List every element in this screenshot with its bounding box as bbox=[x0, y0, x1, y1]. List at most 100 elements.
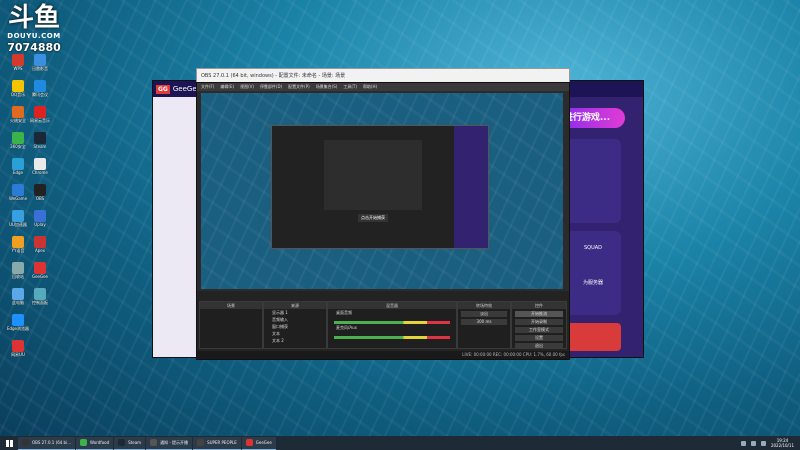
squad-label: SQUAD bbox=[583, 245, 603, 251]
obs-menu-item[interactable]: 编辑(E) bbox=[220, 83, 234, 91]
taskbar-app-label: Wordfood bbox=[90, 440, 110, 445]
mixer-channels[interactable]: 桌面音频麦克风/Aux bbox=[328, 309, 456, 339]
sources-list[interactable]: 显示器 1 音频输入 窗口捕获 文本 文本 2 bbox=[264, 309, 326, 344]
desktop-icon[interactable]: Uplay bbox=[26, 210, 54, 232]
obs-menubar: 文件(F) 编辑(E) 视图(V) 停靠部件(D) 配置文件(P) 场景集合(S) 工具(T… bbox=[197, 83, 569, 91]
taskbar-app[interactable]: Wordfood bbox=[76, 436, 114, 450]
nested-obs-capture: 点击开始捕获 bbox=[271, 125, 489, 249]
app-icon bbox=[12, 314, 24, 326]
obs-docks: 场景 来源 显示器 1 音频输入 窗口捕获 文本 文本 2 混音器 桌面音频 麦克风/Au… bbox=[197, 291, 569, 359]
source-item[interactable]: 窗口捕获 bbox=[264, 323, 326, 330]
windows-icon bbox=[5, 439, 13, 447]
desktop-icon[interactable]: 迅雷影音 bbox=[26, 54, 54, 76]
app-icon bbox=[12, 54, 24, 66]
obs-window[interactable]: 文件(F) 编辑(E) 视图(V) 停靠部件(D) 配置文件(P) 场景集合(S) 工具(T… bbox=[196, 82, 570, 360]
source-item[interactable]: 音频输入 bbox=[264, 316, 326, 323]
taskbar-app[interactable]: GeeGee bbox=[241, 436, 276, 450]
app-icon bbox=[12, 210, 24, 222]
taskbar-app[interactable]: OBS 27.0.1 (64 bi... bbox=[18, 436, 76, 450]
controls-panel[interactable]: 控件 开始推流开始录制工作室模式设置退出 bbox=[511, 301, 567, 349]
desktop-icon[interactable]: Apex bbox=[26, 236, 54, 258]
mixer-channel-label: 桌面音频 bbox=[336, 310, 352, 315]
obs-preview[interactable]: 点击开始捕获 bbox=[201, 93, 563, 289]
desktop-icon-label: 控制面板 bbox=[32, 300, 48, 305]
desktop-icon[interactable]: 腾讯会议 bbox=[26, 80, 54, 102]
app-icon bbox=[12, 340, 24, 352]
app-icon bbox=[245, 439, 253, 446]
app-icon bbox=[34, 158, 46, 170]
app-icon bbox=[34, 132, 46, 144]
transition-duration[interactable]: 300 ms bbox=[461, 319, 507, 325]
desktop-icon[interactable]: 网易UU bbox=[4, 340, 32, 362]
desktop-icon[interactable]: 控制面板 bbox=[26, 288, 54, 310]
app-icon bbox=[34, 54, 46, 66]
geegee-squad-card[interactable]: SQUAD 为服务器 bbox=[565, 231, 621, 315]
desktop-icon-label: Edge浏览器 bbox=[6, 326, 30, 331]
taskbar-app[interactable]: Steam bbox=[114, 436, 146, 450]
nested-label: 点击开始捕获 bbox=[358, 214, 388, 222]
desktop-icon-label: 迅雷影音 bbox=[32, 66, 48, 71]
desktop-icon[interactable]: GeeGee bbox=[26, 262, 54, 284]
scenes-panel[interactable]: 场景 bbox=[199, 301, 263, 349]
clock[interactable]: 19:24 2022/10/11 bbox=[771, 438, 794, 448]
control-button[interactable]: 开始录制 bbox=[515, 319, 563, 325]
transitions-panel[interactable]: 转场特效 淡出 300 ms bbox=[457, 301, 511, 349]
obs-menu-item[interactable]: 停靠部件(D) bbox=[260, 83, 282, 91]
taskbar-app-label: 通知 - 提示开播 bbox=[160, 439, 189, 445]
source-item[interactable]: 文本 2 bbox=[264, 337, 326, 344]
desktop-icon[interactable]: Steam bbox=[26, 132, 54, 154]
desktop-icon-label: OBS bbox=[35, 196, 45, 201]
volume-icon[interactable] bbox=[750, 440, 756, 446]
sources-panel[interactable]: 来源 显示器 1 音频输入 窗口捕获 文本 文本 2 bbox=[263, 301, 327, 349]
geegee-logo: GG bbox=[156, 84, 170, 94]
input-method-icon[interactable] bbox=[760, 440, 766, 446]
obs-menu-item[interactable]: 帮助(H) bbox=[363, 83, 377, 91]
desktop-icon[interactable]: 网易云音乐 bbox=[26, 106, 54, 128]
source-item[interactable]: 显示器 1 bbox=[264, 309, 326, 316]
taskbar-apps: OBS 27.0.1 (64 bi... Wordfood Steam 通知 - 提示… bbox=[18, 436, 277, 450]
start-button[interactable] bbox=[0, 436, 18, 450]
app-icon bbox=[12, 184, 24, 196]
app-icon bbox=[150, 439, 158, 446]
server-label: 为服务器 bbox=[582, 280, 603, 286]
obs-menu-item[interactable]: 场景集合(S) bbox=[316, 83, 338, 91]
obs-menu-item[interactable]: 配置文件(P) bbox=[288, 83, 310, 91]
desktop-icon[interactable]: OBS bbox=[26, 184, 54, 206]
desktop-icon-label: Apex bbox=[34, 248, 46, 253]
control-button[interactable]: 退出 bbox=[515, 343, 563, 349]
app-icon bbox=[197, 439, 205, 446]
obs-menu-item[interactable]: 文件(F) bbox=[201, 83, 214, 91]
watermark-logo: 斗鱼 bbox=[7, 3, 60, 33]
taskbar-app-label: SUPER PEOPLE bbox=[207, 440, 237, 445]
taskbar-app-label: OBS 27.0.1 (64 bi... bbox=[32, 440, 72, 445]
douyu-watermark: 斗鱼 DOUYU.COM 7074880 bbox=[6, 4, 62, 54]
scenes-header: 场景 bbox=[200, 302, 262, 309]
mixer-channel[interactable]: 麦克风/Aux bbox=[328, 324, 456, 339]
app-icon bbox=[12, 106, 24, 118]
control-button[interactable]: 工作室模式 bbox=[515, 327, 563, 333]
geegee-banner[interactable] bbox=[565, 323, 621, 351]
taskbar-app[interactable]: SUPER PEOPLE bbox=[193, 436, 241, 450]
desktop-icon[interactable]: Chrome bbox=[26, 158, 54, 180]
mixer-channel[interactable]: 桌面音频 bbox=[328, 309, 456, 324]
obs-menu-item[interactable]: 视图(V) bbox=[240, 83, 254, 91]
controls-header: 控件 bbox=[512, 302, 566, 309]
transition-select[interactable]: 淡出 bbox=[461, 311, 507, 317]
obs-menu-item[interactable]: 工具(T) bbox=[343, 83, 357, 91]
network-icon[interactable] bbox=[740, 440, 746, 446]
control-button[interactable]: 开始推流 bbox=[515, 311, 563, 317]
app-icon bbox=[34, 80, 46, 92]
source-item[interactable]: 文本 bbox=[264, 330, 326, 337]
taskbar: OBS 27.0.1 (64 bi... Wordfood Steam 通知 - 提示… bbox=[0, 436, 800, 450]
app-icon bbox=[12, 158, 24, 170]
mixer-panel[interactable]: 混音器 桌面音频 麦克风/Aux bbox=[327, 301, 457, 349]
controls-buttons[interactable]: 开始推流开始录制工作室模式设置退出 bbox=[512, 311, 566, 349]
desktop-icon[interactable]: Edge浏览器 bbox=[4, 314, 32, 336]
system-tray: 19:24 2022/10/11 bbox=[740, 438, 800, 448]
obs-statusbar: LIVE: 00:00:00 REC: 00:00:00 CPU: 1.7%, … bbox=[197, 351, 569, 359]
app-icon bbox=[34, 106, 46, 118]
control-button[interactable]: 设置 bbox=[515, 335, 563, 341]
taskbar-app[interactable]: 通知 - 提示开播 bbox=[146, 436, 193, 450]
nested-obs-preview bbox=[324, 140, 422, 210]
geegee-game-card[interactable] bbox=[565, 139, 621, 223]
